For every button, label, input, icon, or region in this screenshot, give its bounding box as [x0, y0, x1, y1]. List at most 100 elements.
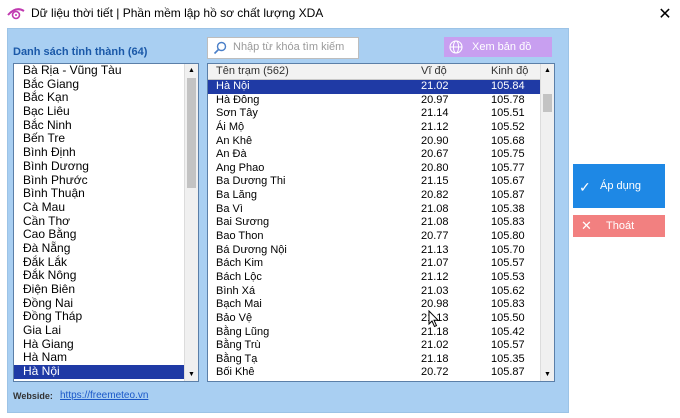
- exit-button[interactable]: ✕ Thoát: [573, 215, 665, 237]
- station-name-cell: Bằng Lũng: [216, 325, 270, 338]
- station-lat-cell: 20.77: [421, 230, 449, 243]
- province-item[interactable]: Đắk Nông: [14, 269, 184, 283]
- station-table[interactable]: Tên trạm (562) Vĩ độ Kinh độ Hà Nội 21.02…: [207, 63, 555, 382]
- website-link[interactable]: https://freemeteo.vn: [60, 390, 148, 401]
- view-map-label: Xem bản đồ: [472, 41, 532, 53]
- table-row[interactable]: Ba Lăng 20.82 105.87: [208, 189, 540, 203]
- province-list-title: Danh sách tỉnh thành (64): [13, 46, 148, 58]
- mouse-cursor-icon: [428, 310, 440, 328]
- table-row[interactable]: Bao Thon 20.77 105.80: [208, 230, 540, 244]
- station-name-cell: Bối Khê: [216, 366, 255, 379]
- station-name-cell: Bai Sương: [216, 216, 270, 229]
- table-row[interactable]: Bảo Vệ21.13105.50: [208, 312, 540, 326]
- table-row[interactable]: Bách Kim 21.07 105.57: [208, 257, 540, 271]
- close-icon: ✕: [581, 218, 592, 233]
- table-row[interactable]: Ba Dương Thi 21.15 105.67: [208, 175, 540, 189]
- table-row[interactable]: Bột Xuyên 20.77 105.73: [208, 380, 540, 381]
- station-name-cell: Bá Dương Nội: [216, 243, 287, 256]
- table-row[interactable]: Bối Khê 20.72 105.87: [208, 366, 540, 380]
- province-item[interactable]: Hà Giang: [14, 337, 184, 352]
- province-item[interactable]: Gia Lai: [14, 323, 184, 338]
- table-row[interactable]: Sơn Tây 21.14 105.51: [208, 107, 540, 121]
- province-item[interactable]: Bắc Ninh: [14, 118, 184, 133]
- station-lat-cell: 20.82: [421, 189, 449, 202]
- station-lat-cell: 21.08: [421, 216, 449, 229]
- province-item[interactable]: Hà Nam: [14, 351, 184, 365]
- station-name-cell: Bách Kim: [216, 257, 264, 270]
- station-lon-cell: 105.77: [491, 161, 525, 174]
- scroll-up-arrow-icon[interactable]: ▲: [185, 64, 198, 77]
- province-item[interactable]: Cà Mau: [14, 200, 184, 215]
- province-item[interactable]: Bình Phước: [14, 173, 184, 188]
- province-list-scrollbar[interactable]: ▲ ▼: [184, 64, 198, 381]
- station-lat-cell: 21.14: [421, 107, 449, 120]
- station-lon-cell: 105.87: [491, 189, 525, 202]
- table-row[interactable]: Hà Đông 20.97 105.78: [208, 94, 540, 108]
- province-item[interactable]: Bắc Kạn: [14, 91, 184, 105]
- station-name-cell: Bách Lộc: [216, 270, 262, 283]
- apply-button[interactable]: ✓ Áp dụng: [573, 164, 665, 208]
- province-item[interactable]: Bình Dương: [14, 159, 184, 174]
- station-lat-cell: 20.80: [421, 161, 449, 174]
- province-list[interactable]: Bà Rịa - Vũng Tàu Bắc Giang Bắc Kạn Bạc Liê…: [13, 63, 199, 382]
- search-input[interactable]: Nhập từ khóa tìm kiếm: [207, 37, 359, 59]
- scroll-down-arrow-icon[interactable]: ▼: [185, 368, 198, 381]
- province-item[interactable]: Bình Định: [14, 145, 184, 160]
- station-name-cell: Bạch Mai: [216, 298, 262, 311]
- province-item[interactable]: Đà Nẵng: [14, 241, 184, 256]
- station-lon-cell: 105.67: [491, 175, 525, 188]
- scrollbar-thumb[interactable]: [187, 78, 196, 188]
- column-header-lat[interactable]: Vĩ độ: [421, 65, 447, 77]
- table-row[interactable]: Bằng Trù 21.02 105.57: [208, 339, 540, 353]
- table-row[interactable]: Bách Lộc 21.12 105.53: [208, 271, 540, 285]
- close-window-button[interactable]: ✕: [650, 0, 680, 27]
- station-name-cell: Ái Mộ: [216, 120, 245, 133]
- station-lon-cell: 105.53: [491, 270, 525, 283]
- scroll-down-arrow-icon[interactable]: ▼: [541, 368, 554, 381]
- station-lon-cell: 105.87: [491, 366, 525, 379]
- station-lon-cell: 105.51: [491, 107, 525, 120]
- station-name-cell: Bao Thon: [216, 230, 264, 243]
- station-table-scrollbar[interactable]: ▲ ▼: [540, 64, 554, 381]
- station-name-cell: Bằng Tạ: [216, 352, 258, 365]
- table-row[interactable]: Ái Mộ 21.12 105.52: [208, 121, 540, 135]
- station-lon-cell: 105.83: [491, 298, 525, 311]
- station-name-cell: Hà Đông: [216, 93, 260, 106]
- table-row[interactable]: An Đà 20.67 105.75: [208, 148, 540, 162]
- table-row[interactable]: Ba Vì 21.08 105.38: [208, 203, 540, 217]
- column-header-lon[interactable]: Kinh độ: [491, 65, 528, 77]
- province-item[interactable]: Điện Biên: [14, 282, 184, 297]
- province-item[interactable]: Bến Tre: [14, 132, 184, 146]
- station-lat-cell: 21.12: [421, 270, 449, 283]
- table-row[interactable]: Bằng Lũng 21.18 105.42: [208, 326, 540, 340]
- province-item[interactable]: Bình Thuận: [14, 186, 184, 201]
- station-lon-cell: 105.73: [491, 380, 525, 381]
- station-lon-cell: 105.83: [491, 216, 525, 229]
- column-header-name[interactable]: Tên trạm (562): [216, 65, 289, 77]
- title-bar: Dữ liệu thời tiết | Phần mềm lập hồ sơ c…: [0, 0, 680, 27]
- view-map-button[interactable]: Xem bản đồ: [444, 37, 552, 57]
- station-name-cell: Ba Lăng: [216, 189, 257, 202]
- station-table-body: Hà Nội 21.02 105.84 Hà Đông 20.97 105.78 Sơn T…: [208, 80, 540, 381]
- station-lon-cell: 105.70: [491, 243, 525, 256]
- table-row[interactable]: An Khê 20.90 105.68: [208, 135, 540, 149]
- province-item[interactable]: Cao Bằng: [14, 228, 184, 242]
- province-item[interactable]: Bà Rịa - Vũng Tàu: [14, 64, 184, 78]
- table-row[interactable]: Ang Phao 20.80 105.77: [208, 162, 540, 176]
- table-row[interactable]: Hà Nội 21.02 105.84: [208, 80, 540, 94]
- table-row[interactable]: Bạch Mai 20.98 105.83: [208, 298, 540, 312]
- station-name-cell: Bột Xuyên: [216, 380, 267, 381]
- province-item[interactable]: Bạc Liêu: [14, 104, 184, 119]
- province-item[interactable]: Hà Nội: [14, 364, 184, 379]
- table-row[interactable]: Bằng Tạ 21.18 105.35: [208, 353, 540, 367]
- scroll-up-arrow-icon[interactable]: ▲: [541, 64, 554, 77]
- table-row[interactable]: Bình Xá 21.03 105.62: [208, 285, 540, 299]
- table-row[interactable]: Bá Dương Nội 21.13 105.70: [208, 244, 540, 258]
- table-row[interactable]: Bai Sương 21.08 105.83: [208, 216, 540, 230]
- station-lat-cell: 21.08: [421, 202, 449, 215]
- station-name-cell: Bảo Vệ: [216, 311, 253, 324]
- station-lat-cell: 21.03: [421, 284, 449, 297]
- province-item[interactable]: Đồng Tháp: [14, 310, 184, 324]
- province-item[interactable]: Đồng Nai: [14, 296, 184, 311]
- scrollbar-thumb[interactable]: [543, 94, 552, 112]
